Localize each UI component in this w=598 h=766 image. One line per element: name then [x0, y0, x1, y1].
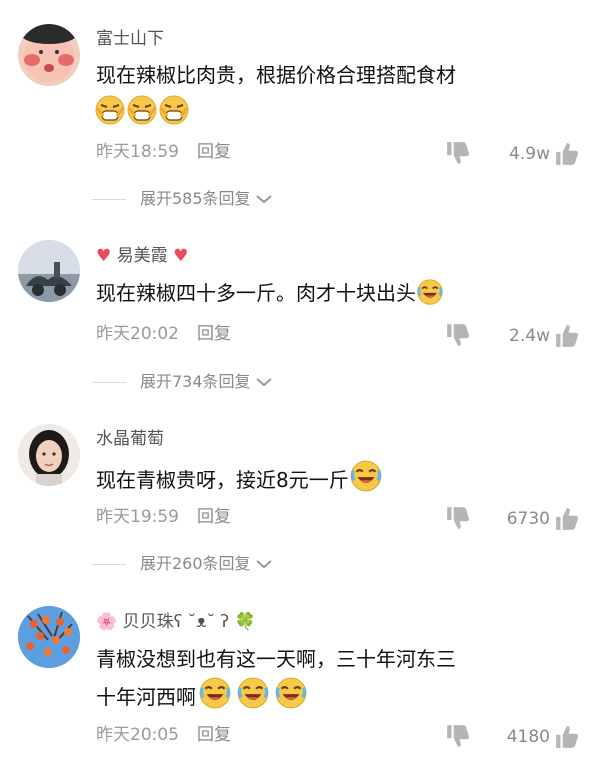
username-text: 贝贝珠ʕ ˘ᴥ˘ ʔ — [122, 612, 230, 632]
heart-icon: ♥ — [173, 246, 189, 266]
username[interactable]: 富士山下 — [96, 28, 164, 50]
expand-replies-button[interactable]: 展开585条回复 — [92, 188, 273, 210]
expand-replies-button[interactable]: 展开734条回复 — [92, 371, 273, 393]
comment-text-line-2: 十年河西啊 — [96, 676, 566, 714]
crying-laughing-emoji-icon — [274, 676, 308, 710]
like-count: 4180 — [506, 727, 550, 747]
reply-button[interactable]: 回复 — [197, 142, 231, 162]
like-button[interactable]: 4.9w — [509, 141, 580, 167]
timestamp: 昨天20:02 — [96, 324, 179, 344]
crying-laughing-emoji-icon — [349, 459, 383, 493]
username[interactable]: 🌸 贝贝珠ʕ ˘ᴥ˘ ʔ 🍀 — [96, 611, 256, 633]
avatar-image — [18, 424, 80, 486]
username-text: 易美霞 — [116, 246, 168, 266]
face-palm-emoji-icon — [94, 94, 126, 126]
comment-text: 现在辣椒比肉贵，根据价格合理搭配食材 — [96, 63, 456, 87]
comment-meta: 昨天20:05 回复 — [96, 724, 231, 746]
thumb-down-icon[interactable] — [445, 723, 471, 749]
emoji-row — [94, 94, 190, 126]
avatar-image — [18, 24, 80, 86]
reply-button[interactable]: 回复 — [197, 507, 231, 527]
timestamp: 昨天18:59 — [96, 142, 179, 162]
crying-laughing-emoji-icon — [236, 676, 270, 710]
crying-laughing-emoji-icon — [416, 278, 444, 306]
comment-text: 现在辣椒四十多一斤。肉才十块出头 — [96, 276, 566, 310]
username[interactable]: ♥ 易美霞 ♥ — [96, 245, 188, 267]
divider-dash — [92, 198, 126, 200]
comment-meta: 昨天18:59 回复 — [96, 141, 231, 163]
username[interactable]: 水晶葡萄 — [96, 428, 164, 450]
avatar-image — [18, 240, 80, 302]
comment-text-line-1: 青椒没想到也有这一天啊，三十年河东三 — [96, 647, 456, 671]
avatar-image — [18, 606, 80, 668]
like-button[interactable]: 6730 — [507, 506, 580, 532]
like-count: 4.9w — [509, 144, 550, 164]
timestamp: 昨天20:05 — [96, 725, 179, 745]
thumb-up-icon — [554, 323, 580, 349]
avatar[interactable] — [18, 24, 80, 86]
comment-text-content: 现在辣椒四十多一斤。肉才十块出头 — [96, 281, 416, 305]
divider-dash — [92, 563, 126, 565]
expand-replies-label: 展开585条回复 — [140, 189, 251, 208]
face-palm-emoji-icon — [126, 94, 158, 126]
thumb-up-icon — [554, 506, 580, 532]
avatar[interactable] — [18, 606, 80, 668]
heart-icon: ♥ — [96, 246, 112, 266]
thumb-up-icon — [554, 141, 580, 167]
thumb-down-icon[interactable] — [445, 505, 471, 531]
timestamp: 昨天19:59 — [96, 507, 179, 527]
expand-replies-label: 展开260条回复 — [140, 554, 251, 573]
like-button[interactable]: 4180 — [507, 724, 580, 750]
comment-meta: 昨天19:59 回复 — [96, 506, 231, 528]
divider-dash — [92, 381, 126, 383]
avatar[interactable] — [18, 424, 80, 486]
chevron-down-icon — [255, 195, 272, 204]
chevron-down-icon — [255, 560, 272, 569]
avatar[interactable] — [18, 240, 80, 302]
thumb-down-icon[interactable] — [445, 322, 471, 348]
comment-text-content: 现在青椒贵呀，接近8元一斤 — [96, 468, 349, 492]
chevron-down-icon — [255, 378, 272, 387]
reply-button[interactable]: 回复 — [197, 725, 231, 745]
expand-replies-button[interactable]: 展开260条回复 — [92, 553, 273, 575]
like-count: 6730 — [506, 509, 550, 529]
crying-laughing-emoji-icon — [198, 676, 232, 710]
thumb-up-icon — [554, 724, 580, 750]
comment-meta: 昨天20:02 回复 — [96, 323, 231, 345]
face-palm-emoji-icon — [158, 94, 190, 126]
like-button[interactable]: 2.4w — [509, 323, 580, 349]
comment-text-content: 十年河西啊 — [96, 685, 196, 709]
like-count: 2.4w — [509, 326, 550, 346]
reply-button[interactable]: 回复 — [197, 324, 231, 344]
clover-icon: 🍀 — [234, 612, 256, 632]
comment-text: 青椒没想到也有这一天啊，三十年河东三 十年河西啊 — [96, 642, 566, 714]
comment-text: 现在青椒贵呀，接近8元一斤 — [96, 459, 566, 497]
thumb-down-icon[interactable] — [445, 140, 471, 166]
cherry-blossom-icon: 🌸 — [96, 612, 118, 632]
expand-replies-label: 展开734条回复 — [140, 372, 251, 391]
